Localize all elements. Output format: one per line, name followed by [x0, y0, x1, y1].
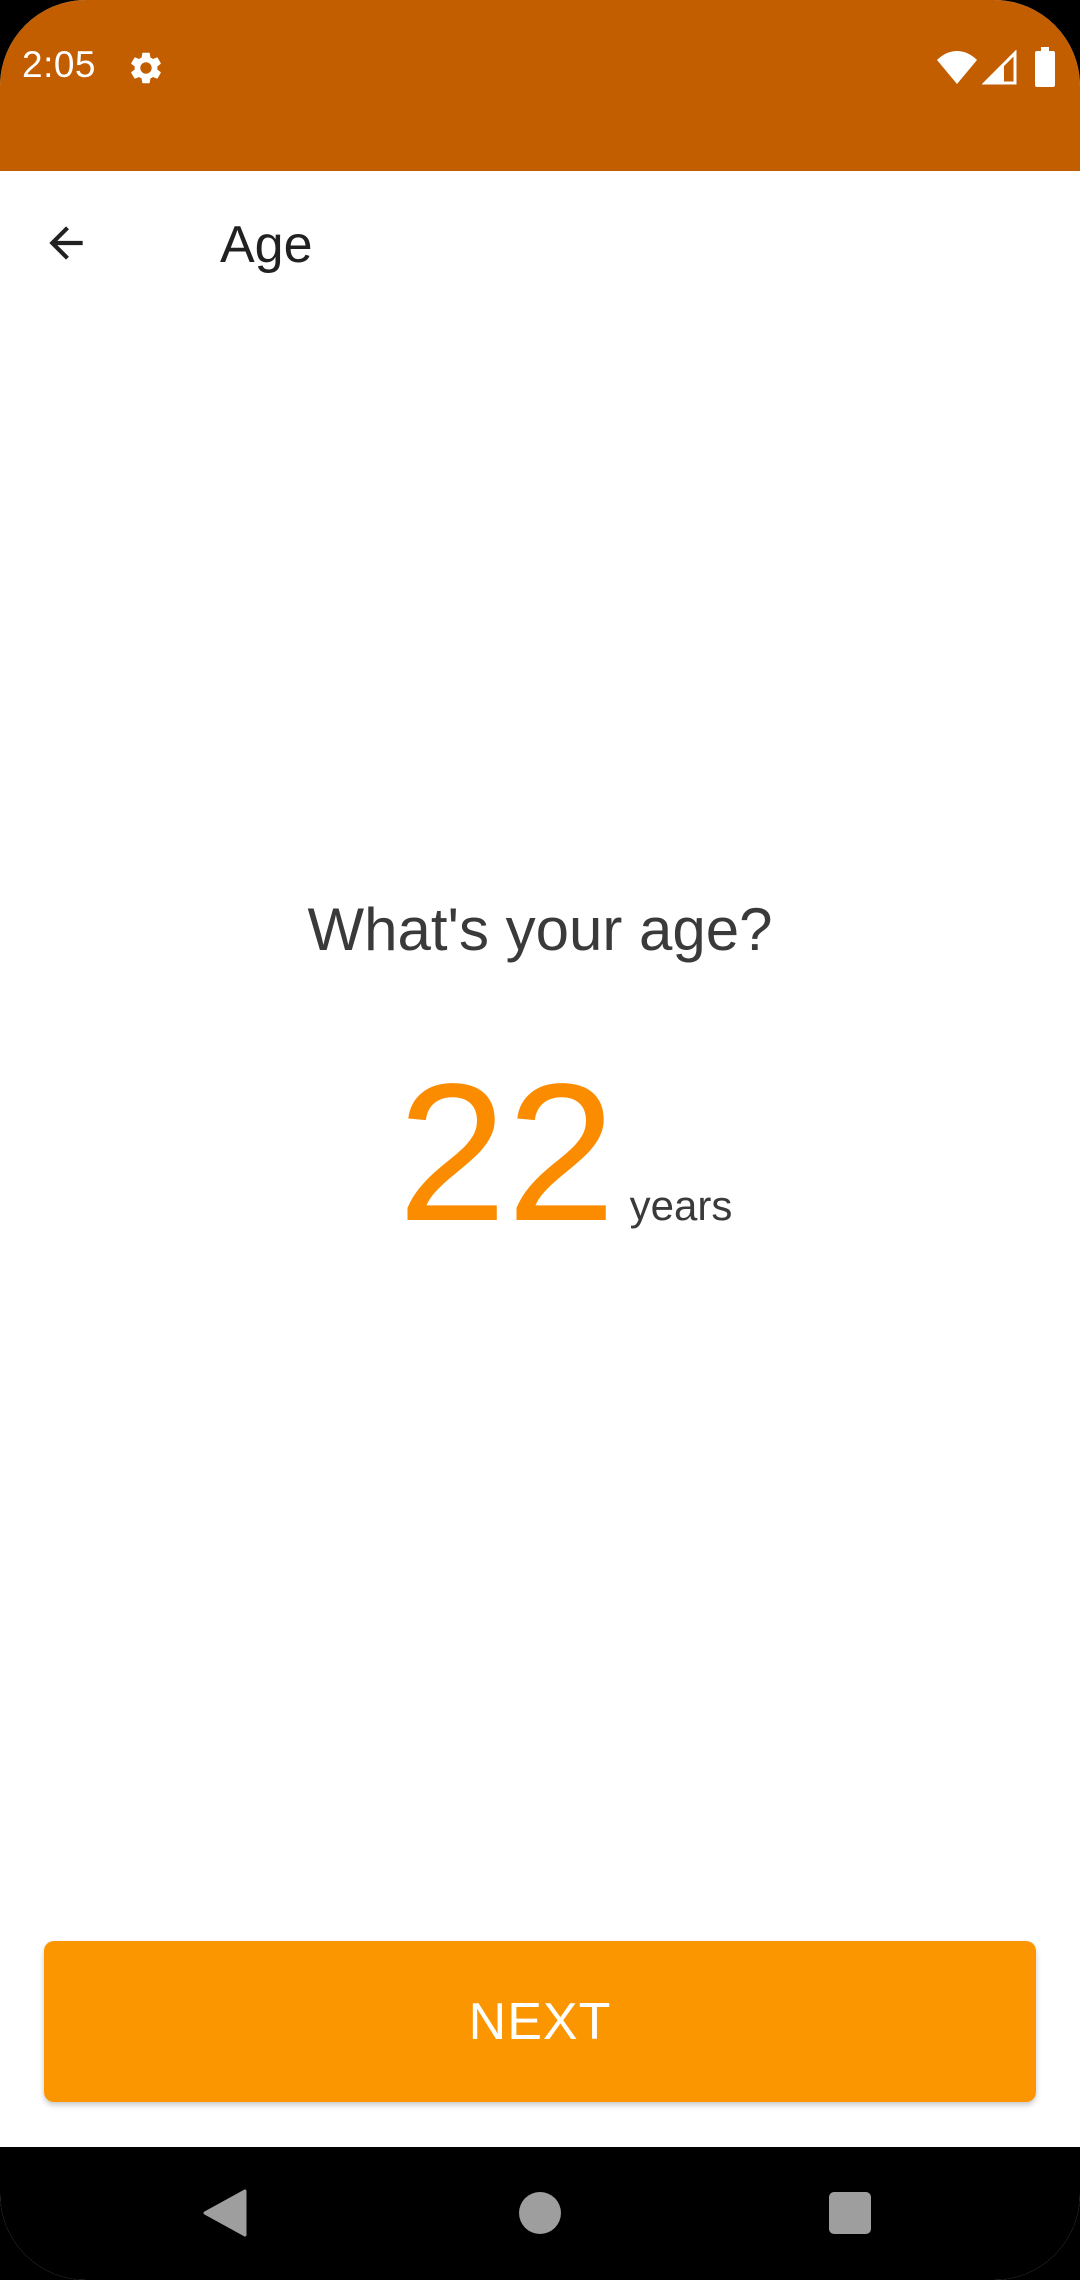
arrow-back-icon [49, 226, 83, 260]
age-value[interactable]: 22 [398, 1055, 616, 1251]
app-bar: Age [0, 171, 1080, 329]
wifi-icon [937, 51, 977, 84]
system-nav-bar [0, 2147, 1080, 2280]
next-button[interactable]: NEXT [44, 1941, 1036, 2102]
gear-icon [131, 52, 161, 84]
battery-icon [1035, 47, 1055, 87]
status-time: 2:05 [22, 44, 97, 85]
page-title: Age [220, 216, 313, 274]
cell-signal-icon [982, 50, 1017, 85]
nav-back-icon[interactable] [203, 2189, 249, 2237]
status-bar: 2:05 [0, 0, 1080, 171]
app-screen: 2:05 Age What's your age? 22 years NEXT [0, 0, 1080, 2280]
nav-recents-icon[interactable] [829, 2192, 871, 2234]
age-picker[interactable]: 22 years [0, 1055, 1080, 1251]
back-button[interactable] [24, 201, 108, 285]
nav-home-icon[interactable] [519, 2192, 561, 2234]
age-unit-label: years [629, 1182, 733, 1229]
next-button-label: NEXT [468, 1992, 612, 2051]
age-question: What's your age? [307, 896, 773, 963]
